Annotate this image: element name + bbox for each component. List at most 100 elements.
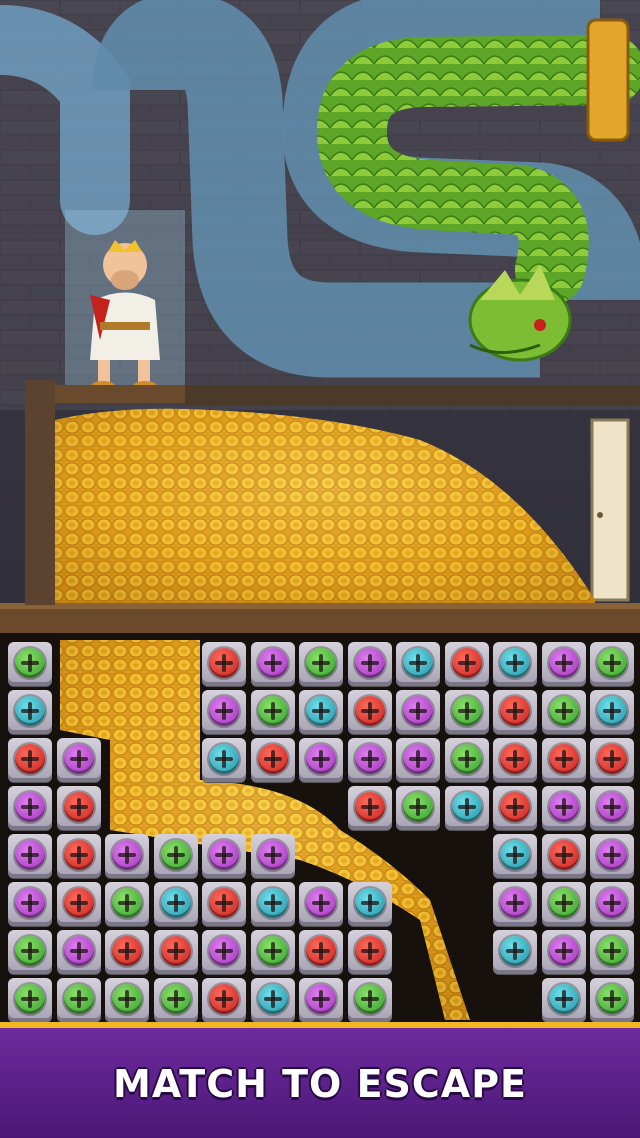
- screw-tile-green[interactable]: [590, 642, 634, 686]
- screw-tile-purple[interactable]: [493, 882, 537, 926]
- screw-tile-purple[interactable]: [347, 738, 392, 782]
- screw-tile-teal[interactable]: [347, 882, 392, 926]
- screw-tile-purple[interactable]: [590, 882, 634, 926]
- red-screw-icon: [209, 648, 239, 678]
- screw-tile-teal[interactable]: [153, 882, 198, 926]
- screw-tile-teal[interactable]: [250, 978, 295, 1022]
- screw-tile-purple[interactable]: [347, 642, 392, 686]
- screw-tile-green[interactable]: [541, 882, 586, 926]
- screw-tile-teal[interactable]: [299, 690, 343, 734]
- screw-tile-teal[interactable]: [493, 834, 537, 878]
- screw-tile-purple[interactable]: [250, 834, 295, 878]
- screw-tile-teal[interactable]: [8, 690, 52, 734]
- screw-tile-teal[interactable]: [396, 642, 440, 686]
- screw-tile-green[interactable]: [56, 978, 101, 1022]
- screw-tile-purple[interactable]: [299, 978, 343, 1022]
- screw-tile-purple[interactable]: [541, 786, 586, 830]
- screw-tile-red[interactable]: [56, 882, 101, 926]
- screw-tile-red[interactable]: [153, 930, 198, 974]
- green-screw-icon: [160, 984, 191, 1014]
- screw-tile-purple[interactable]: [541, 642, 586, 686]
- screw-tile-red[interactable]: [541, 738, 586, 782]
- screw-tile-red[interactable]: [202, 882, 246, 926]
- green-screw-icon: [257, 936, 288, 966]
- screw-tile-red[interactable]: [250, 738, 295, 782]
- screw-tile-green[interactable]: [444, 738, 489, 782]
- screw-tile-green[interactable]: [250, 930, 295, 974]
- screw-tile-purple[interactable]: [396, 738, 440, 782]
- screw-tile-red[interactable]: [444, 642, 489, 686]
- green-screw-icon: [15, 936, 45, 966]
- screw-tile-red[interactable]: [202, 978, 246, 1022]
- screw-tile-purple[interactable]: [396, 690, 440, 734]
- green-screw-icon: [354, 984, 385, 1014]
- screw-tile-red[interactable]: [56, 786, 101, 830]
- purple-screw-icon: [597, 888, 627, 918]
- screw-tile-teal[interactable]: [250, 882, 295, 926]
- screw-tile-red[interactable]: [590, 738, 634, 782]
- purple-screw-icon: [548, 792, 579, 822]
- screw-tile-teal[interactable]: [202, 738, 246, 782]
- screw-tile-red[interactable]: [8, 738, 52, 782]
- purple-screw-icon: [354, 648, 385, 678]
- teal-screw-icon: [597, 696, 627, 726]
- screw-tile-green[interactable]: [541, 690, 586, 734]
- screw-tile-purple[interactable]: [56, 738, 101, 782]
- screw-tile-green[interactable]: [590, 930, 634, 974]
- screw-tile-purple[interactable]: [541, 930, 586, 974]
- screw-tile-purple[interactable]: [202, 690, 246, 734]
- screw-tile-green[interactable]: [444, 690, 489, 734]
- screw-tile-purple[interactable]: [590, 786, 634, 830]
- red-screw-icon: [63, 888, 94, 918]
- screw-tile-green[interactable]: [590, 978, 634, 1022]
- screw-tile-green[interactable]: [105, 978, 149, 1022]
- screw-tile-red[interactable]: [347, 930, 392, 974]
- screw-tile-red[interactable]: [493, 786, 537, 830]
- screw-tile-purple[interactable]: [299, 882, 343, 926]
- screw-tile-green[interactable]: [250, 690, 295, 734]
- screw-tile-green[interactable]: [396, 786, 440, 830]
- screw-tile-teal[interactable]: [493, 930, 537, 974]
- screw-tile-red[interactable]: [299, 930, 343, 974]
- screw-tile-green[interactable]: [105, 882, 149, 926]
- screw-tile-green[interactable]: [8, 930, 52, 974]
- screw-tile-green[interactable]: [153, 978, 198, 1022]
- screw-tile-red[interactable]: [347, 786, 392, 830]
- screw-tile-purple[interactable]: [250, 642, 295, 686]
- screw-tile-green[interactable]: [8, 978, 52, 1022]
- screw-tile-teal[interactable]: [493, 642, 537, 686]
- screw-tile-red[interactable]: [493, 738, 537, 782]
- screw-tile-teal[interactable]: [590, 690, 634, 734]
- screw-tile-red[interactable]: [105, 930, 149, 974]
- screw-tile-purple[interactable]: [590, 834, 634, 878]
- green-screw-icon: [306, 648, 336, 678]
- purple-screw-icon: [354, 744, 385, 774]
- screw-tile-green[interactable]: [299, 642, 343, 686]
- purple-screw-icon: [209, 840, 239, 870]
- red-screw-icon: [451, 648, 482, 678]
- screw-tile-red[interactable]: [541, 834, 586, 878]
- screw-tile-purple[interactable]: [299, 738, 343, 782]
- screw-tile-purple[interactable]: [56, 930, 101, 974]
- screw-tile-red[interactable]: [56, 834, 101, 878]
- screw-tile-purple[interactable]: [202, 930, 246, 974]
- screw-tile-purple[interactable]: [8, 786, 52, 830]
- purple-screw-icon: [257, 840, 288, 870]
- screw-tile-red[interactable]: [202, 642, 246, 686]
- screw-tile-purple[interactable]: [105, 834, 149, 878]
- screw-tile-red[interactable]: [493, 690, 537, 734]
- screw-tile-teal[interactable]: [444, 786, 489, 830]
- purple-screw-icon: [63, 936, 94, 966]
- screw-tile-teal[interactable]: [541, 978, 586, 1022]
- screw-tile-purple[interactable]: [8, 834, 52, 878]
- screw-tile-purple[interactable]: [202, 834, 246, 878]
- screw-tile-green[interactable]: [153, 834, 198, 878]
- red-screw-icon: [63, 792, 94, 822]
- screw-tile-purple[interactable]: [8, 882, 52, 926]
- green-screw-icon: [403, 792, 433, 822]
- screw-tile-red[interactable]: [347, 690, 392, 734]
- teal-screw-icon: [500, 840, 530, 870]
- purple-screw-icon: [15, 792, 45, 822]
- screw-tile-green[interactable]: [347, 978, 392, 1022]
- screw-tile-green[interactable]: [8, 642, 52, 686]
